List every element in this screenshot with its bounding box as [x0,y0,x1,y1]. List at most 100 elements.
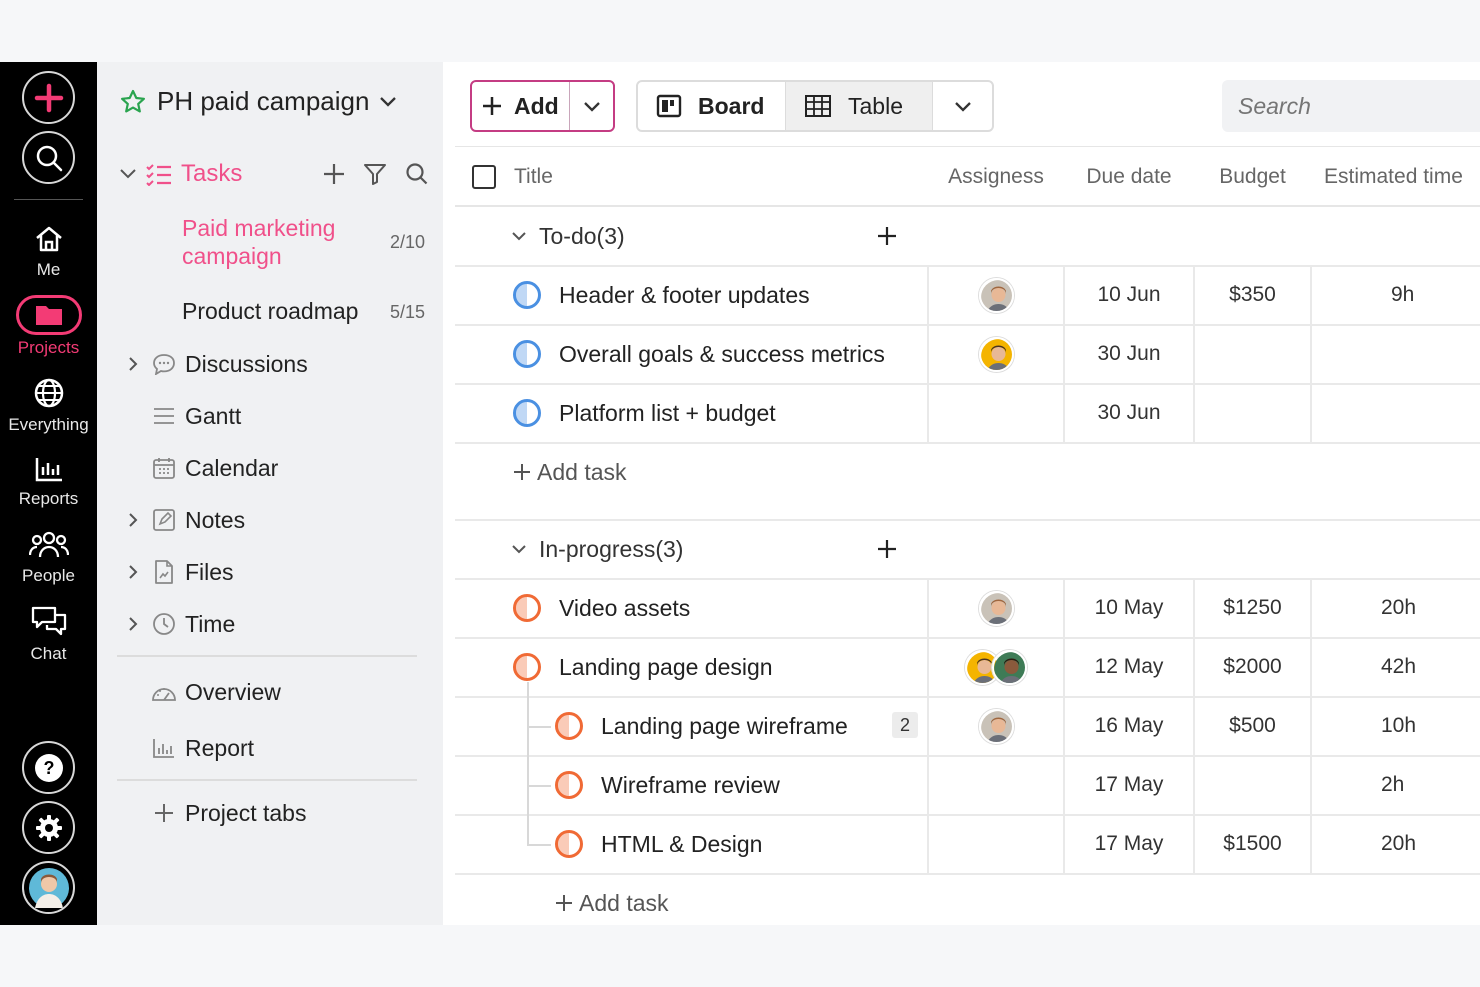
sidebar-item-time[interactable]: Time [123,608,235,640]
task-row[interactable]: Header & footer updates [513,266,810,324]
help-button[interactable]: ? [22,741,75,794]
add-project-tab-button[interactable]: Project tabs [123,797,306,829]
rail-item-reports[interactable]: Reports [0,455,97,509]
status-circle-icon[interactable] [555,712,583,740]
rail-item-people[interactable]: People [0,530,97,586]
global-search-button[interactable] [22,131,75,184]
project-title-dropdown[interactable]: PH paid campaign [119,86,397,117]
status-circle-icon[interactable] [513,399,541,427]
budget-cell[interactable] [1194,756,1311,814]
task-row[interactable]: Video assets [513,579,690,637]
chevron-down-icon[interactable] [511,231,527,241]
add-task-icon[interactable] [877,226,897,246]
assignees-cell[interactable] [928,697,1064,755]
rail-item-projects[interactable]: Projects [0,295,97,358]
budget-cell[interactable]: $1250 [1194,579,1311,637]
budget-cell[interactable] [1194,384,1311,442]
budget-cell[interactable]: $1500 [1194,815,1311,873]
add-button[interactable]: Add [472,82,570,130]
assignees-cell[interactable] [928,638,1064,696]
more-views-dropdown[interactable] [933,82,992,130]
estimated-time-cell[interactable]: 9h [1311,266,1480,324]
estimated-time-cell[interactable]: 20h [1311,579,1480,637]
search-input[interactable] [1222,80,1480,132]
estimated-time-cell[interactable]: 20h [1311,815,1480,873]
chevron-right-icon[interactable] [128,356,138,372]
estimated-time-cell[interactable]: 2h [1311,756,1480,814]
due-date-cell[interactable]: 12 May [1064,638,1194,696]
search-icon[interactable] [405,162,429,186]
status-circle-icon[interactable] [555,771,583,799]
sidebar-item-gantt[interactable]: Gantt [123,400,241,432]
sidebar-item-overview[interactable]: Overview [123,676,281,708]
sidebar-item-report[interactable]: Report [123,732,254,764]
estimated-time-cell[interactable] [1311,325,1480,383]
task-list-paid-marketing[interactable]: Paid marketing campaign [182,214,335,270]
due-date-cell[interactable]: 16 May [1064,697,1194,755]
add-task-icon[interactable] [877,539,897,559]
task-row[interactable]: HTML & Design [555,815,762,873]
sidebar-item-notes[interactable]: Notes [123,504,245,536]
budget-cell[interactable]: $500 [1194,697,1311,755]
settings-button[interactable] [22,801,75,854]
star-icon[interactable] [119,88,147,116]
table-view-button[interactable]: Table [786,82,933,130]
assignees-cell[interactable] [928,579,1064,637]
column-header-title[interactable]: Title [514,147,553,206]
status-circle-icon[interactable] [513,653,541,681]
board-view-button[interactable]: Board [638,82,786,130]
assignees-cell[interactable] [928,325,1064,383]
subtask-count-badge[interactable]: 2 [892,712,918,738]
rail-item-chat[interactable]: Chat [0,606,97,664]
sidebar-item-calendar[interactable]: Calendar [123,452,278,484]
status-circle-icon[interactable] [513,594,541,622]
task-row[interactable]: Landing page design [513,638,773,696]
budget-cell[interactable] [1194,325,1311,383]
add-task-list-icon[interactable] [323,163,345,185]
budget-cell[interactable]: $350 [1194,266,1311,324]
chevron-right-icon[interactable] [128,616,138,632]
rail-item-me[interactable]: Me [0,224,97,280]
assignees-cell[interactable] [928,266,1064,324]
sidebar-item-files[interactable]: Files [123,556,234,588]
estimated-time-cell[interactable]: 42h [1311,638,1480,696]
group-header[interactable]: In-progress(3) [511,520,897,578]
chevron-down-icon[interactable] [511,544,527,554]
tasks-section-header[interactable]: Tasks [119,158,429,190]
due-date-cell[interactable]: 30 Jun [1064,325,1194,383]
sidebar-divider [117,655,417,657]
select-all-checkbox[interactable] [472,147,496,206]
add-task-button[interactable]: Add task [513,443,627,501]
due-date-cell[interactable]: 10 May [1064,579,1194,637]
status-circle-icon[interactable] [513,340,541,368]
status-circle-icon[interactable] [555,830,583,858]
task-row[interactable]: Overall goals & success metrics [513,325,885,383]
filter-icon[interactable] [363,163,387,185]
chevron-right-icon[interactable] [128,512,138,528]
group-header[interactable]: To-do(3) [511,207,897,265]
due-date-cell[interactable]: 10 Jun [1064,266,1194,324]
budget-cell[interactable]: $2000 [1194,638,1311,696]
due-date-cell[interactable]: 30 Jun [1064,384,1194,442]
task-row[interactable]: Platform list + budget [513,384,776,442]
task-list-product-roadmap[interactable]: Product roadmap [182,298,358,325]
column-header-budget[interactable]: Budget [1194,147,1311,206]
chevron-down-icon[interactable] [119,168,137,180]
create-button[interactable] [22,71,75,124]
due-date-cell[interactable]: 17 May [1064,815,1194,873]
chevron-right-icon[interactable] [128,564,138,580]
task-row[interactable]: Landing page wireframe [555,697,848,755]
status-circle-icon[interactable] [513,281,541,309]
task-row[interactable]: Wireframe review [555,756,780,814]
user-avatar-button[interactable] [22,861,75,914]
column-header-estimated-time[interactable]: Estimated time [1324,147,1463,206]
due-date-cell[interactable]: 17 May [1064,756,1194,814]
add-task-button[interactable]: Add task [555,874,669,925]
column-header-assignees[interactable]: Assigness [928,147,1064,206]
column-header-due-date[interactable]: Due date [1064,147,1194,206]
rail-item-everything[interactable]: Everything [0,377,97,435]
estimated-time-cell[interactable]: 10h [1311,697,1480,755]
sidebar-item-discussions[interactable]: Discussions [123,348,308,380]
add-dropdown-button[interactable] [570,101,613,112]
estimated-time-cell[interactable] [1311,384,1480,442]
